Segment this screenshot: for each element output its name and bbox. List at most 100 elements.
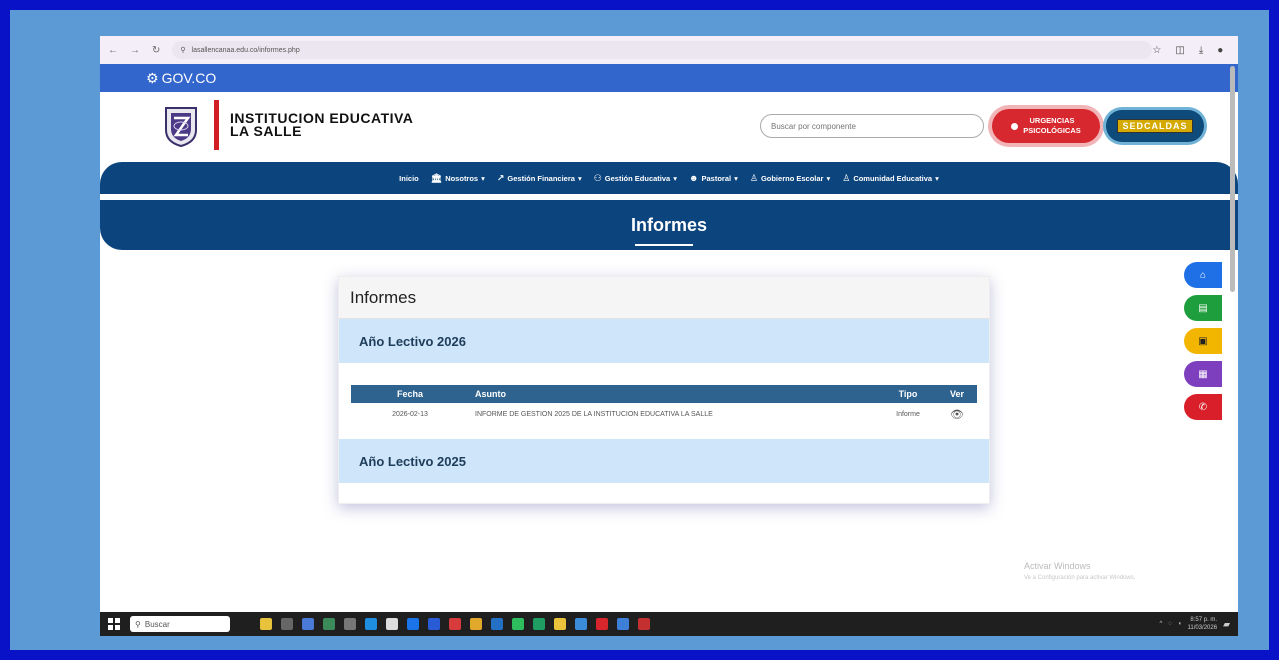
side-button-home[interactable]: ⌂ [1184, 262, 1222, 288]
cell-tipo: Informe [896, 410, 920, 418]
browser-toolbar: ← → ↻ ⚲ lasallencanaa.edu.co/informes.ph… [100, 36, 1238, 64]
side-button-phone[interactable]: ✆ [1184, 394, 1222, 420]
nav-item-gobierno-escolar[interactable]: ♙ Gobierno Escolar ▾ [750, 173, 830, 184]
title-underline [635, 244, 693, 246]
eye-icon[interactable]: 👁 [950, 409, 964, 421]
gov-bar: ⚙ GOV.CO [100, 64, 1238, 92]
user-tie-icon: ♙ [842, 172, 851, 183]
clock[interactable]: 8:57 p. m. 11/03/2026 [1187, 616, 1217, 632]
nav-item-comunidad-educativa[interactable]: ♙ Comunidad Educativa ▾ [842, 173, 939, 184]
windows-start-icon[interactable] [108, 618, 120, 630]
page-title: Informes [630, 214, 708, 235]
watermark-line2: Ve a Configuración para activar Windows. [1024, 575, 1136, 581]
side-button-image[interactable]: ▦ [1184, 361, 1222, 387]
clock-date: 11/03/2026 [1187, 625, 1218, 631]
app-icon[interactable] [554, 618, 566, 630]
site-info-icon[interactable]: ⚲ [180, 46, 185, 54]
phone-icon: ✆ [1198, 401, 1208, 413]
reload-icon[interactable]: ↻ [152, 45, 160, 56]
chevron-up-icon[interactable]: ^ [1159, 621, 1162, 627]
caret-down-icon: ▾ [673, 173, 677, 183]
gov-label[interactable]: GOV.CO [162, 70, 217, 86]
year-header-2026[interactable]: Año Lectivo 2026 [339, 319, 989, 363]
caret-down-icon: ▾ [935, 173, 939, 183]
book-icon: ▤ [1198, 302, 1208, 314]
urgencias-psicologicas-button[interactable]: URGENCIAS PSICOLÓGICAS [992, 109, 1100, 143]
chrome-icon[interactable] [470, 618, 482, 630]
forward-icon[interactable]: → [130, 45, 140, 56]
nav-item-nosotros[interactable]: 🏛 Nosotros ▾ [431, 173, 485, 184]
chrome-icon[interactable] [575, 618, 587, 630]
browser-tools: ☆ ◫ ⤓ ● ⋮ [1152, 45, 1238, 56]
sed-caldas-logo: SEDCALDAS [1117, 119, 1193, 133]
address-bar[interactable]: ⚲ lasallencanaa.edu.co/informes.php [172, 41, 1153, 59]
app-icon[interactable] [491, 618, 503, 630]
activate-windows-watermark: Activar Windows Ve a Configuración para … [1024, 560, 1135, 584]
app-icon[interactable] [449, 618, 461, 630]
nav-item-label: Gestión Financiera [507, 173, 575, 183]
windows-taskbar: ⚲ Buscar ^ ◌ ◖ 8:57 p. m. 11/03/2026 ▰ [100, 612, 1238, 636]
caret-down-icon: ▾ [826, 173, 831, 183]
nav-item-label: Pastoral [701, 173, 732, 183]
acrobat-icon[interactable] [596, 618, 608, 630]
side-button-briefcase[interactable]: ▣ [1184, 328, 1222, 354]
app-icon[interactable] [428, 618, 440, 630]
sed-caldas-button[interactable]: SEDCALDAS [1106, 110, 1204, 142]
nav-item-pastoral[interactable]: ☻ Pastoral ▾ [689, 173, 738, 183]
people-icon: ☻ [689, 173, 699, 183]
menu-icon[interactable]: ⋮ [1237, 45, 1238, 56]
browser-screen: ← → ↻ ⚲ lasallencanaa.edu.co/informes.ph… [100, 36, 1238, 636]
nav-item-inicio[interactable]: Inicio [399, 174, 419, 183]
app-icon[interactable] [344, 618, 356, 630]
informes-card: Informes Año Lectivo 2026 Fecha Asunto T… [338, 276, 990, 504]
home-icon: ⌂ [1199, 269, 1207, 281]
urgencias-line2: PSICOLÓGICAS [1023, 126, 1081, 135]
nav-item-gestion-financiera[interactable]: ↗ Gestión Financiera ▾ [497, 173, 582, 184]
column-header-ver: Ver [949, 389, 964, 399]
gov-logo-icon: ⚙ [146, 69, 159, 86]
profile-icon[interactable]: ● [1217, 45, 1223, 56]
app-icon[interactable] [302, 618, 314, 630]
clock-time: 8:57 p. m. [1190, 617, 1218, 623]
institution-name: INSTITUCION EDUCATIVA LA SALLE [230, 111, 413, 138]
network-icon[interactable]: ◌ [1168, 621, 1172, 627]
app-icon[interactable] [617, 618, 629, 630]
copilot-icon[interactable] [260, 618, 272, 630]
back-icon[interactable]: ← [108, 45, 118, 56]
edge-icon[interactable] [365, 618, 377, 630]
download-icon[interactable]: ⤓ [1199, 45, 1203, 56]
column-header-fecha: Fecha [396, 389, 423, 399]
side-button-book[interactable]: ▤ [1184, 295, 1222, 321]
user-tie-icon: ♙ [749, 172, 758, 183]
extensions-icon[interactable]: ◫ [1175, 45, 1184, 56]
cell-asunto: INFORME DE GESTION 2025 DE LA INSTITUCIO… [475, 410, 713, 418]
watermark-line1: Activar Windows [1024, 561, 1091, 571]
star-icon[interactable]: ☆ [1152, 45, 1161, 56]
nav-item-label: Gobierno Escolar [760, 173, 824, 183]
search-input[interactable] [760, 114, 984, 138]
informes-table: Fecha Asunto Tipo Ver 2026-02-13 INFORME… [351, 385, 977, 425]
header-red-divider [214, 100, 219, 150]
caret-down-icon: ▾ [577, 173, 582, 183]
app-icon[interactable] [638, 618, 650, 630]
app-icon[interactable] [407, 618, 419, 630]
cell-ver: 👁 [937, 403, 977, 425]
nav-item-label: Gestión Educativa [604, 173, 671, 183]
nav-item-label: Comunidad Educativa [853, 173, 933, 183]
year-header-2025[interactable]: Año Lectivo 2025 [339, 439, 989, 483]
nav-item-gestion-educativa[interactable]: ⚇ Gestión Educativa ▾ [594, 173, 677, 184]
main-nav: Inicio 🏛 Nosotros ▾ ↗ Gestión Financiera… [100, 162, 1238, 194]
page-scrollbar[interactable] [1230, 66, 1235, 292]
volume-icon[interactable]: ◖ [1178, 621, 1182, 627]
taskview-icon[interactable] [281, 618, 293, 630]
school-shield-logo[interactable] [162, 104, 200, 148]
caret-down-icon: ▾ [734, 173, 738, 183]
taskbar-search[interactable]: ⚲ Buscar [130, 616, 230, 632]
notification-icon[interactable]: ▰ [1223, 619, 1230, 630]
chart-icon: ↗ [496, 172, 505, 183]
taskbar-search-label: Buscar [144, 619, 170, 629]
whatsapp-icon[interactable] [512, 618, 524, 630]
app-icon[interactable] [386, 618, 398, 630]
app-icon[interactable] [323, 618, 335, 630]
app-icon[interactable] [533, 618, 545, 630]
